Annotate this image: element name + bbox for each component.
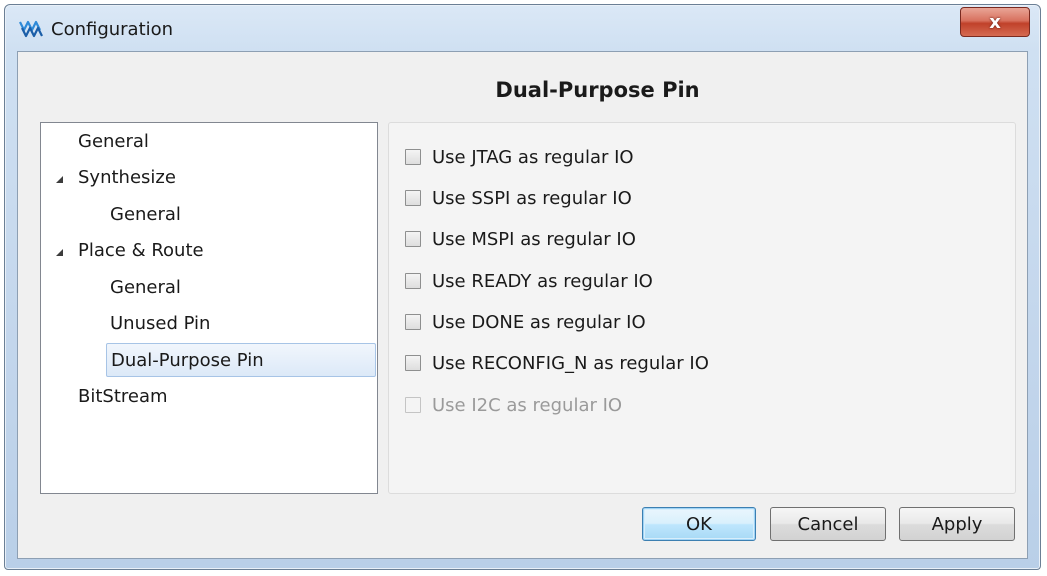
mspi-checkbox[interactable]	[405, 231, 421, 247]
option-reconfig-n[interactable]: Use RECONFIG_N as regular IO	[405, 350, 709, 376]
sspi-checkbox[interactable]	[405, 190, 421, 206]
option-sspi[interactable]: Use SSPI as regular IO	[405, 185, 632, 211]
expand-arrow-icon[interactable]	[56, 249, 63, 256]
done-checkbox[interactable]	[405, 314, 421, 330]
apply-button[interactable]: Apply	[899, 507, 1015, 541]
tree-item-general[interactable]: General	[78, 125, 149, 159]
page-title: Dual-Purpose Pin	[495, 78, 700, 102]
option-done[interactable]: Use DONE as regular IO	[405, 309, 646, 335]
expand-arrow-icon[interactable]	[56, 176, 63, 183]
tree-item-unused-pin[interactable]: Unused Pin	[110, 307, 210, 341]
title-bar[interactable]: Configuration x	[5, 5, 1040, 51]
tree-item-dual-purpose-pin[interactable]: Dual-Purpose Pin	[106, 343, 376, 377]
close-button[interactable]: x	[960, 7, 1030, 37]
category-tree: General Synthesize General Place & Route…	[40, 122, 378, 494]
app-logo-icon	[19, 19, 43, 39]
i2c-checkbox	[405, 397, 421, 413]
ok-button[interactable]: OK	[642, 507, 756, 541]
option-label: Use DONE as regular IO	[432, 311, 646, 333]
option-label: Use RECONFIG_N as regular IO	[432, 352, 709, 374]
option-label: Use READY as regular IO	[432, 270, 653, 292]
option-mspi[interactable]: Use MSPI as regular IO	[405, 226, 636, 252]
option-label: Use MSPI as regular IO	[432, 228, 636, 250]
reconfig-n-checkbox[interactable]	[405, 355, 421, 371]
dialog-body: Dual-Purpose Pin General Synthesize Gene…	[17, 51, 1028, 559]
option-label: Use I2C as regular IO	[432, 394, 623, 416]
option-i2c: Use I2C as regular IO	[405, 392, 622, 418]
close-icon: x	[989, 11, 1001, 33]
option-label: Use JTAG as regular IO	[432, 146, 634, 168]
configuration-window: Configuration x Dual-Purpose Pin General…	[4, 4, 1041, 570]
options-panel: Use JTAG as regular IO Use SSPI as regul…	[388, 122, 1016, 494]
cancel-button[interactable]: Cancel	[770, 507, 886, 541]
window-title: Configuration	[51, 19, 174, 40]
tree-item-synthesize[interactable]: Synthesize	[78, 161, 176, 195]
tree-item-place-route-general[interactable]: General	[110, 271, 181, 305]
option-label: Use SSPI as regular IO	[432, 187, 632, 209]
option-jtag[interactable]: Use JTAG as regular IO	[405, 144, 634, 170]
ready-checkbox[interactable]	[405, 273, 421, 289]
tree-item-bitstream[interactable]: BitStream	[78, 380, 168, 414]
option-ready[interactable]: Use READY as regular IO	[405, 268, 653, 294]
tree-item-synthesize-general[interactable]: General	[110, 198, 181, 232]
jtag-checkbox[interactable]	[405, 149, 421, 165]
tree-item-place-route[interactable]: Place & Route	[78, 234, 204, 268]
